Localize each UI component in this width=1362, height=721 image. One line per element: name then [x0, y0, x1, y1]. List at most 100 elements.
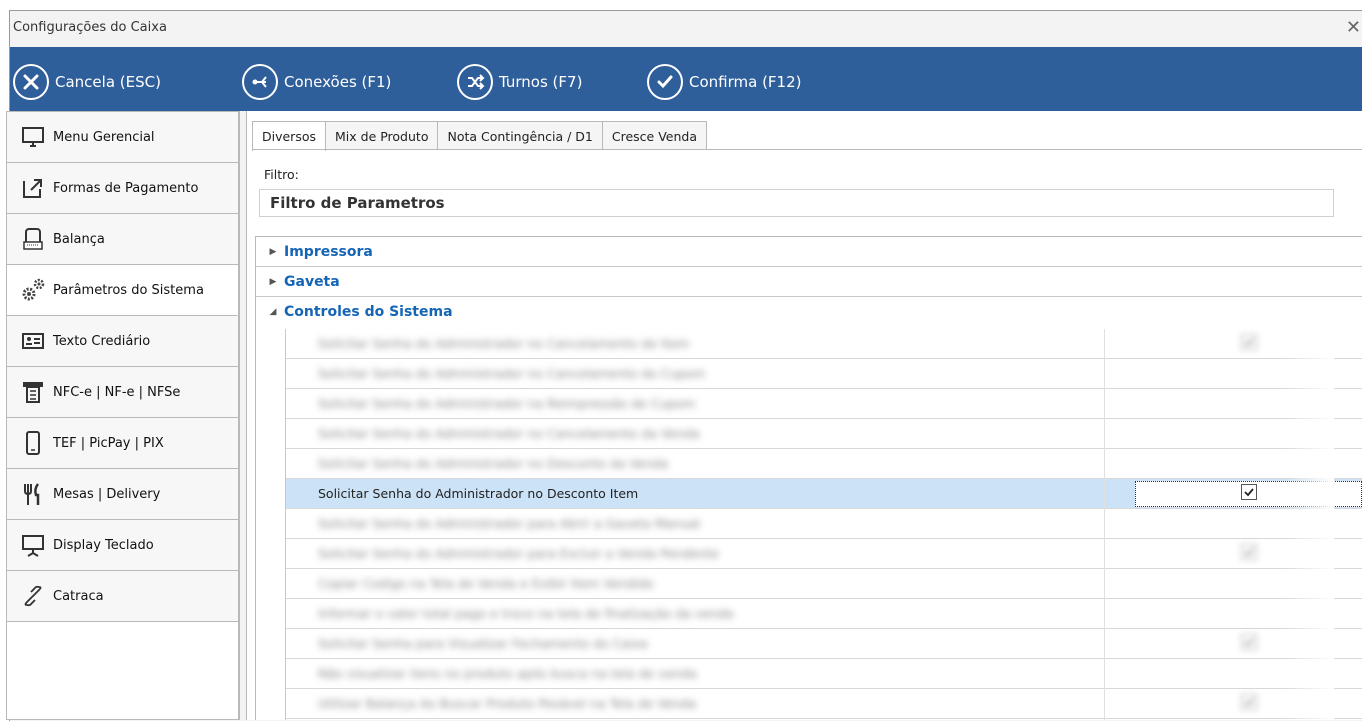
group-label: Gaveta [284, 273, 340, 290]
checkmark-icon [1241, 544, 1257, 560]
external-link-icon [13, 175, 53, 201]
parameter-row[interactable]: Solicitar Senha do Administrador na Reim… [286, 389, 1362, 419]
parameter-checkbox[interactable] [1241, 334, 1257, 350]
sidebar-item-label: NFC-e | NF-e | NFSe [53, 384, 181, 400]
gears-icon [13, 277, 53, 303]
tab-strip: Diversos Mix de Produto Nota Contingênci… [252, 121, 708, 151]
parameter-label: Solicitar Senha para Visualizar Fechamen… [318, 636, 648, 651]
cancel-button[interactable]: Cancela (ESC) [13, 62, 161, 102]
main-panel: Diversos Mix de Produto Nota Contingênci… [247, 111, 1362, 720]
collapse-arrow-icon: ◢ [269, 306, 277, 317]
cancel-label: Cancela (ESC) [55, 73, 161, 91]
tab-nota-contingencia[interactable]: Nota Contingência / D1 [437, 121, 603, 150]
sidebar-item-label: Display Teclado [53, 537, 154, 553]
sidebar-item-balanca[interactable]: Balança [7, 214, 238, 265]
confirm-button[interactable]: Confirma (F12) [647, 62, 802, 102]
sidebar-item-label: Parâmetros do Sistema [53, 282, 204, 298]
parameter-checkbox[interactable] [1241, 694, 1257, 710]
parameter-row[interactable]: Solicitar Senha do Administrador no Desc… [286, 479, 1362, 509]
parameter-label: Não visualizar itens no produto após bus… [318, 666, 697, 681]
parameter-row[interactable]: Solicitar Senha do Administrador no Canc… [286, 419, 1362, 449]
sidebar-item-label: Catraca [53, 588, 104, 604]
parameter-row[interactable]: Solicitar Senha do Administrador para Ex… [286, 539, 1362, 569]
parameter-rows: Solicitar Senha do Administrador no Canc… [285, 329, 1362, 720]
expand-arrow-icon: ▶ [269, 246, 277, 257]
parameter-row[interactable]: Copiar Codigo na Tela de Venda e Exibir … [286, 569, 1362, 599]
parameter-row[interactable]: Utilizar Balança Ao Buscar Produto Pesáv… [286, 689, 1362, 719]
smartphone-icon [13, 430, 53, 456]
expand-arrow-icon: ▶ [269, 276, 277, 287]
parameter-checkbox[interactable] [1241, 484, 1257, 500]
parameter-row[interactable]: Solicitar Senha do Administrador no Desc… [286, 449, 1362, 479]
tab-mix-produto[interactable]: Mix de Produto [325, 121, 439, 150]
group-impressora[interactable]: ▶ Impressora [256, 237, 1362, 267]
parameter-label: Solicitar Senha do Administrador para Ab… [318, 516, 701, 531]
group-gaveta[interactable]: ▶ Gaveta [256, 267, 1362, 297]
parameter-label: Solicitar Senha do Administrador na Reim… [318, 396, 696, 411]
connections-button[interactable]: Conexões (F1) [242, 62, 391, 102]
sidebar-item-tef[interactable]: TEF | PicPay | PIX [7, 418, 238, 469]
id-card-icon [13, 328, 53, 354]
toolbar: Cancela (ESC) Conexões (F1) Turnos (F7) … [10, 47, 1362, 119]
shifts-label: Turnos (F7) [499, 73, 583, 91]
parameter-label: Solicitar Senha do Administrador no Desc… [318, 456, 669, 471]
parameter-checkbox[interactable] [1241, 634, 1257, 650]
close-icon[interactable]: ✕ [1346, 17, 1361, 38]
scale-icon [13, 226, 53, 252]
checkmark-icon [1241, 484, 1257, 500]
sidebar-item-texto-crediario[interactable]: Texto Crediário [7, 316, 238, 367]
checkmark-icon [1241, 634, 1257, 650]
shifts-button[interactable]: Turnos (F7) [457, 62, 582, 102]
sidebar-item-mesas-delivery[interactable]: Mesas | Delivery [7, 469, 238, 520]
checkmark-icon [1241, 334, 1257, 350]
parameter-checkbox[interactable] [1241, 544, 1257, 560]
parameter-label: Utilizar Balança Ao Buscar Produto Pesáv… [318, 696, 697, 711]
parameter-label: Solicitar Senha do Administrador no Canc… [318, 366, 706, 381]
column-separator [1104, 329, 1105, 720]
sidebar-item-label: Texto Crediário [53, 333, 151, 349]
parameter-row[interactable]: Solicitar Senha do Administrador para Ab… [286, 509, 1362, 539]
sidebar-item-label: Balança [53, 231, 105, 247]
parameter-row[interactable]: Solicitar Senha do Administrador no Canc… [286, 329, 1362, 359]
confirm-label: Confirma (F12) [689, 73, 802, 91]
group-controles-sistema[interactable]: ◢ Controles do Sistema [256, 297, 1362, 326]
tab-cresce-venda[interactable]: Cresce Venda [601, 121, 708, 150]
sidebar-item-menu-gerencial[interactable]: Menu Gerencial [7, 112, 238, 163]
sidebar-item-formas-pagamento[interactable]: Formas de Pagamento [7, 163, 238, 214]
filter-label: Filtro: [264, 167, 299, 182]
parameter-row[interactable]: Não visualizar itens no produto após bus… [286, 659, 1362, 689]
sidebar-item-parametros-sistema[interactable]: Parâmetros do Sistema [7, 265, 238, 316]
sidebar-item-catraca[interactable]: Catraca [7, 571, 238, 622]
parameter-label: Copiar Codigo na Tela de Venda e Exibir … [318, 576, 654, 591]
check-circle-icon [647, 64, 683, 100]
sidebar: Menu Gerencial Formas de Pagamento Balan… [6, 111, 239, 720]
display-icon [13, 532, 53, 558]
sidebar-item-label: Menu Gerencial [53, 129, 155, 145]
title-bar: Configurações do Caixa ✕ [10, 11, 1362, 47]
splitter[interactable] [239, 111, 247, 720]
sidebar-item-nfce[interactable]: NFC-e | NF-e | NFSe [7, 367, 238, 418]
receipt-printer-icon [13, 379, 53, 405]
parameter-label: Solicitar Senha do Administrador no Canc… [318, 336, 690, 351]
parameter-label: Informar o valor total pago e troco na t… [318, 606, 734, 621]
parameter-row[interactable]: Solicitar Senha para Visualizar Fechamen… [286, 629, 1362, 659]
cutlery-icon [13, 481, 53, 507]
parameter-row[interactable]: Solicitar Senha do Administrador no Canc… [286, 359, 1362, 389]
parameter-row[interactable]: Informar o valor total pago e troco na t… [286, 599, 1362, 629]
parameter-label: Solicitar Senha do Administrador para Ex… [318, 546, 719, 561]
sidebar-item-display-teclado[interactable]: Display Teclado [7, 520, 238, 571]
checkmark-icon [1241, 694, 1257, 710]
filter-input[interactable] [259, 189, 1334, 217]
group-label: Controles do Sistema [284, 303, 453, 320]
sidebar-item-label: TEF | PicPay | PIX [53, 435, 164, 451]
cancel-icon [13, 64, 49, 100]
link-icon [13, 583, 53, 609]
tab-diversos[interactable]: Diversos [252, 121, 326, 151]
parameter-label: Solicitar Senha do Administrador no Canc… [318, 426, 700, 441]
connections-icon [242, 64, 278, 100]
tab-divider [252, 149, 1362, 150]
sidebar-item-label: Formas de Pagamento [53, 180, 199, 196]
parameter-label: Solicitar Senha do Administrador no Desc… [318, 486, 639, 501]
connections-label: Conexões (F1) [284, 73, 392, 91]
sidebar-item-label: Mesas | Delivery [53, 486, 161, 502]
